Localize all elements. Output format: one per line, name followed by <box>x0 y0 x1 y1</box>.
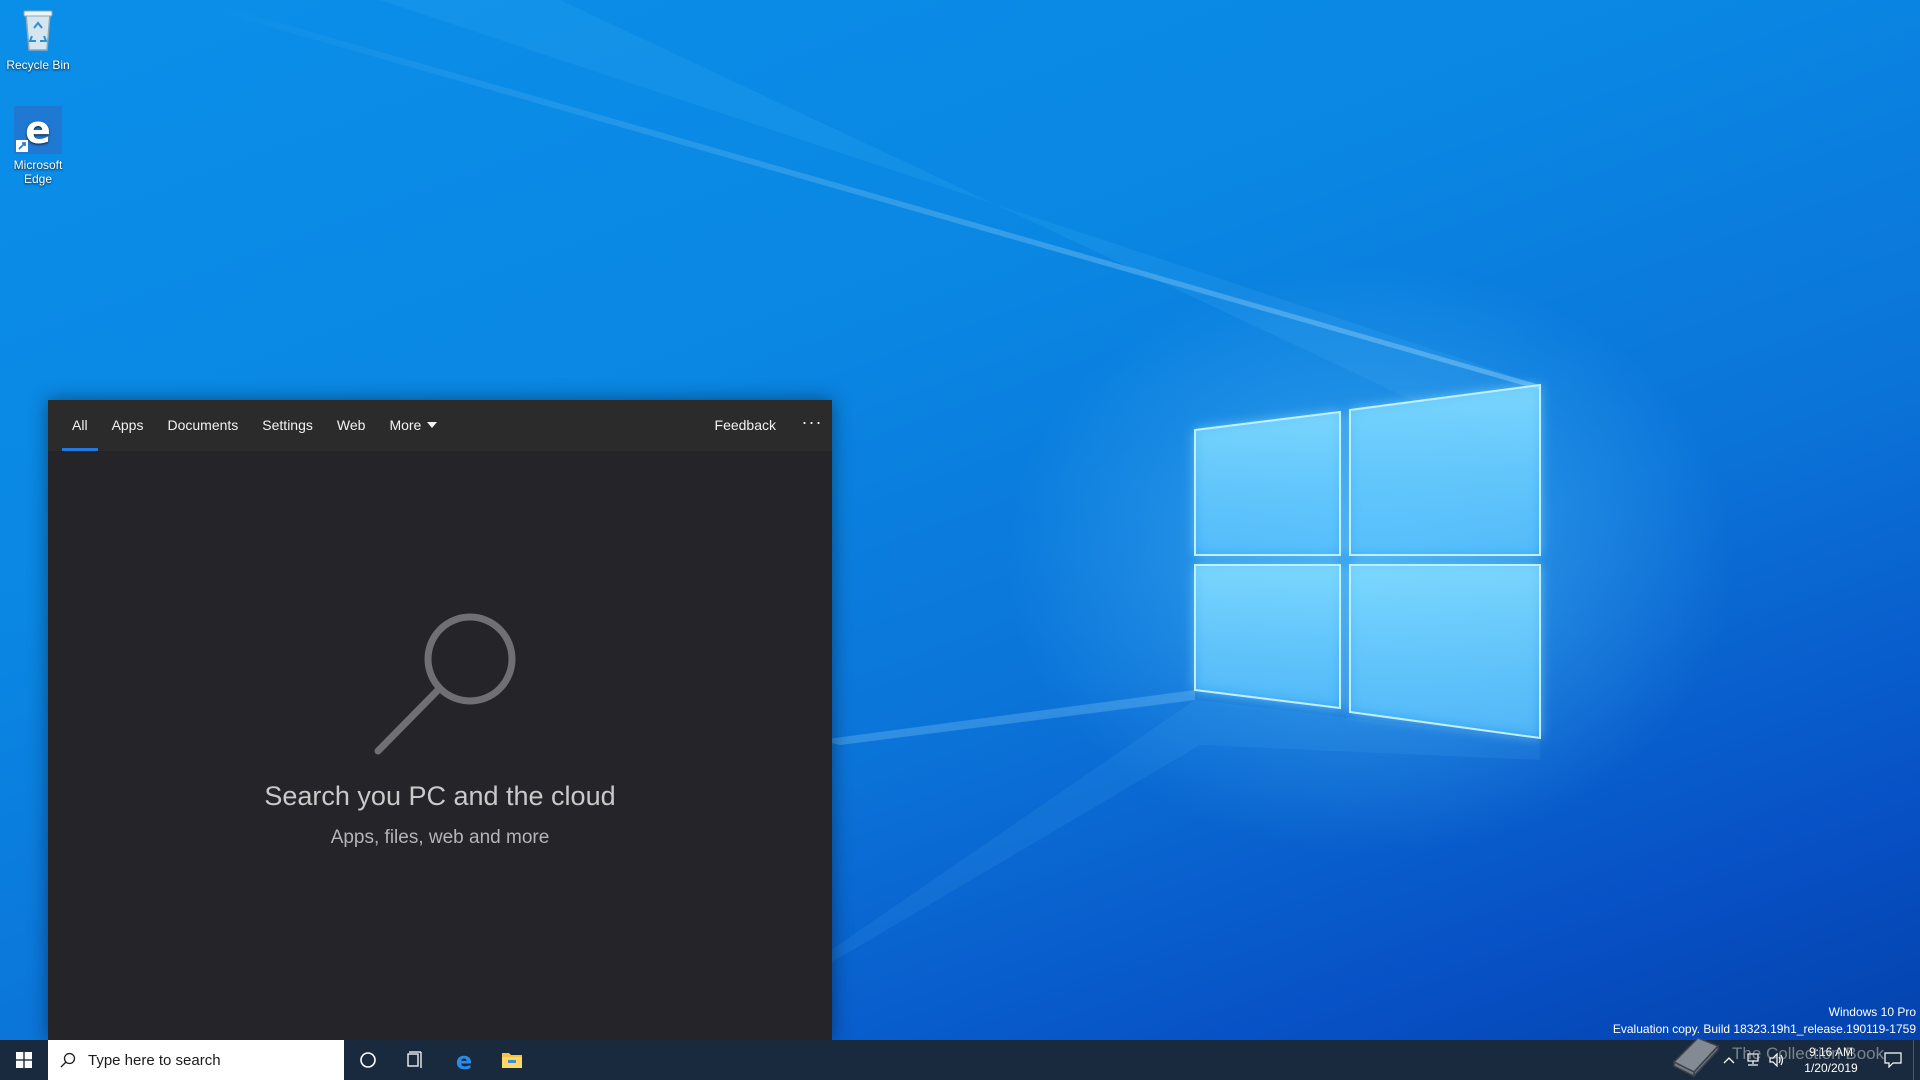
microsoft-edge-label: Microsoft Edge <box>13 158 63 186</box>
show-hidden-icons-button[interactable] <box>1717 1040 1741 1080</box>
search-filter-tabs: All Apps Documents Settings Web More Fee… <box>48 400 832 451</box>
action-center-button[interactable] <box>1873 1040 1913 1080</box>
clock-time: 9:16 AM <box>1808 1045 1854 1059</box>
chevron-up-icon <box>1723 1057 1735 1064</box>
more-options-button[interactable]: ··· <box>792 400 832 451</box>
tab-more-label: More <box>389 417 422 433</box>
recycle-bin-icon <box>14 6 62 54</box>
recycle-bin-desktop-icon[interactable]: Recycle Bin <box>0 6 76 72</box>
tab-settings[interactable]: Settings <box>250 400 325 451</box>
svg-text:e: e <box>25 108 51 152</box>
magnifier-icon <box>374 613 516 755</box>
system-tray: 9:16 AM 1/20/2019 <box>1717 1040 1920 1080</box>
search-box-placeholder: Type here to search <box>88 1051 221 1069</box>
taskbar-clock[interactable]: 9:16 AM 1/20/2019 <box>1789 1044 1873 1076</box>
microsoft-edge-desktop-icon[interactable]: e Microsoft Edge <box>0 106 76 186</box>
edge-shortcut-icon: e <box>14 106 62 154</box>
cortana-icon <box>360 1052 376 1068</box>
tab-all[interactable]: All <box>60 400 100 451</box>
search-icon <box>60 1052 76 1068</box>
edge-icon: e <box>456 1048 472 1072</box>
evaluation-watermark: Windows 10 Pro Evaluation copy. Build 18… <box>1613 1004 1916 1038</box>
search-panel: All Apps Documents Settings Web More Fee… <box>48 400 832 1040</box>
tab-web[interactable]: Web <box>325 400 378 451</box>
tab-apps[interactable]: Apps <box>100 400 156 451</box>
windows-edition-text: Windows 10 Pro <box>1828 1005 1916 1019</box>
file-explorer-button[interactable] <box>488 1040 536 1080</box>
edge-taskbar-button[interactable]: e <box>440 1040 488 1080</box>
search-empty-title: Search you PC and the cloud <box>264 781 616 811</box>
task-view-button[interactable] <box>392 1040 440 1080</box>
clock-date: 1/20/2019 <box>1804 1061 1858 1075</box>
taskbar: Type here to search e 9:16 AM 1/20/2019 <box>0 1040 1920 1080</box>
desktop: Recycle Bin e Microsoft Edge All Apps Do… <box>0 0 1920 1080</box>
tab-documents[interactable]: Documents <box>155 400 250 451</box>
caret-down-icon <box>427 422 438 429</box>
network-button[interactable] <box>1741 1040 1765 1080</box>
tab-more[interactable]: More <box>377 400 449 451</box>
tab-settings-label: Settings <box>262 417 313 433</box>
tab-documents-label: Documents <box>167 417 239 433</box>
network-icon <box>1747 1053 1759 1066</box>
recycle-bin-label: Recycle Bin <box>6 58 70 72</box>
tab-web-label: Web <box>336 417 366 433</box>
file-explorer-icon <box>502 1053 522 1068</box>
search-empty-subtitle: Apps, files, web and more <box>330 827 550 848</box>
windows-start-icon <box>16 1052 32 1068</box>
svg-text:e: e <box>456 1048 472 1072</box>
tab-apps-label: Apps <box>111 417 144 433</box>
volume-button[interactable] <box>1765 1040 1789 1080</box>
show-desktop-button[interactable] <box>1913 1040 1920 1080</box>
volume-icon <box>1769 1053 1784 1067</box>
start-button[interactable] <box>0 1040 48 1080</box>
build-info-text: Evaluation copy. Build 18323.19h1_releas… <box>1612 1022 1916 1036</box>
search-results-area: Search you PC and the cloud Apps, files,… <box>48 451 832 1040</box>
action-center-icon <box>1884 1052 1902 1068</box>
cortana-button[interactable] <box>344 1040 392 1080</box>
task-view-icon <box>407 1051 422 1068</box>
taskbar-search-box[interactable]: Type here to search <box>48 1040 344 1080</box>
feedback-button[interactable]: Feedback <box>699 400 792 451</box>
tab-all-label: All <box>72 417 88 433</box>
